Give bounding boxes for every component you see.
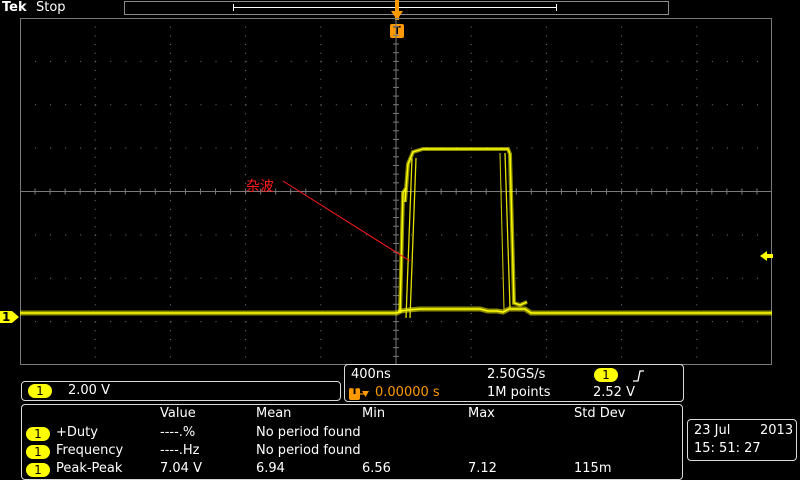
measurement-max: 7.12 (468, 461, 497, 476)
col-header-std-dev: Std Dev (574, 406, 626, 421)
measurement-value: ----.Hz (160, 443, 200, 458)
arrow-left-icon (760, 251, 773, 261)
clock-time: 15: 51: 27 (694, 441, 761, 456)
trigger-source-badge: 1 (594, 368, 618, 382)
measurement-row-peak-peak[interactable]: 1 Peak-Peak 7.04 V 6.94 6.56 7.12 115m (22, 461, 682, 479)
brand-logo: Tek (2, 0, 27, 15)
measurement-value: ----.% (160, 425, 196, 440)
datetime-readout: 23 Jul 2013 15: 51: 27 (687, 419, 797, 461)
ch1-scale-value: 2.00 V (68, 383, 110, 398)
measurement-value: 7.04 V (160, 461, 202, 476)
col-header-min: Min (362, 406, 386, 421)
measurement-min: 6.56 (362, 461, 391, 476)
trigger-level-value: 2.52 V (593, 385, 635, 400)
row-badge: 1 (26, 463, 50, 477)
measurement-mean: 6.94 (256, 461, 285, 476)
date-day-month: 23 Jul (694, 423, 731, 438)
trigger-level-marker[interactable] (760, 248, 774, 267)
row-badge: 1 (26, 445, 50, 459)
record-view-right-tick (556, 4, 557, 11)
timebase-readout[interactable]: 400ns 2.50GS/s 1 T 0.00000 s 1M points 2… (344, 364, 684, 402)
record-view-left-tick (233, 4, 234, 11)
ch1-ground-marker[interactable]: 1 (0, 309, 20, 329)
trigger-delay-value: 0.00000 s (375, 385, 440, 400)
measurement-table[interactable]: Value Mean Min Max Std Dev 1 +Duty ----.… (21, 404, 683, 480)
col-header-value: Value (160, 406, 196, 421)
waveform-display[interactable] (20, 18, 772, 365)
horizontal-scale: 400ns (351, 367, 391, 382)
ch1-marker-label: 1 (2, 310, 11, 324)
measurement-name: Peak-Peak (56, 461, 123, 476)
measurement-mean: No period found (256, 425, 361, 440)
annotation-pointer-line (282, 180, 411, 262)
record-length: 1M points (487, 385, 551, 400)
measurement-row-duty[interactable]: 1 +Duty ----.% No period found (22, 425, 682, 443)
sample-rate: 2.50GS/s (487, 367, 546, 382)
acquisition-status: Stop (36, 0, 66, 15)
measurement-std-dev: 115m (574, 461, 612, 476)
date-year: 2013 (760, 423, 794, 438)
trigger-delay-icon: T (349, 386, 373, 405)
col-header-max: Max (468, 406, 495, 421)
measurement-name: +Duty (56, 425, 98, 440)
ch1-scale-readout[interactable]: 1 2.00 V (21, 381, 341, 401)
row-badge: 1 (26, 427, 50, 441)
measurement-mean: No period found (256, 443, 361, 458)
ch1-badge: 1 (28, 384, 52, 398)
noise-annotation-label: 杂波 (246, 179, 274, 195)
measurement-row-frequency[interactable]: 1 Frequency ----.Hz No period found (22, 443, 682, 461)
measurement-name: Frequency (56, 443, 124, 458)
col-header-mean: Mean (256, 406, 292, 421)
